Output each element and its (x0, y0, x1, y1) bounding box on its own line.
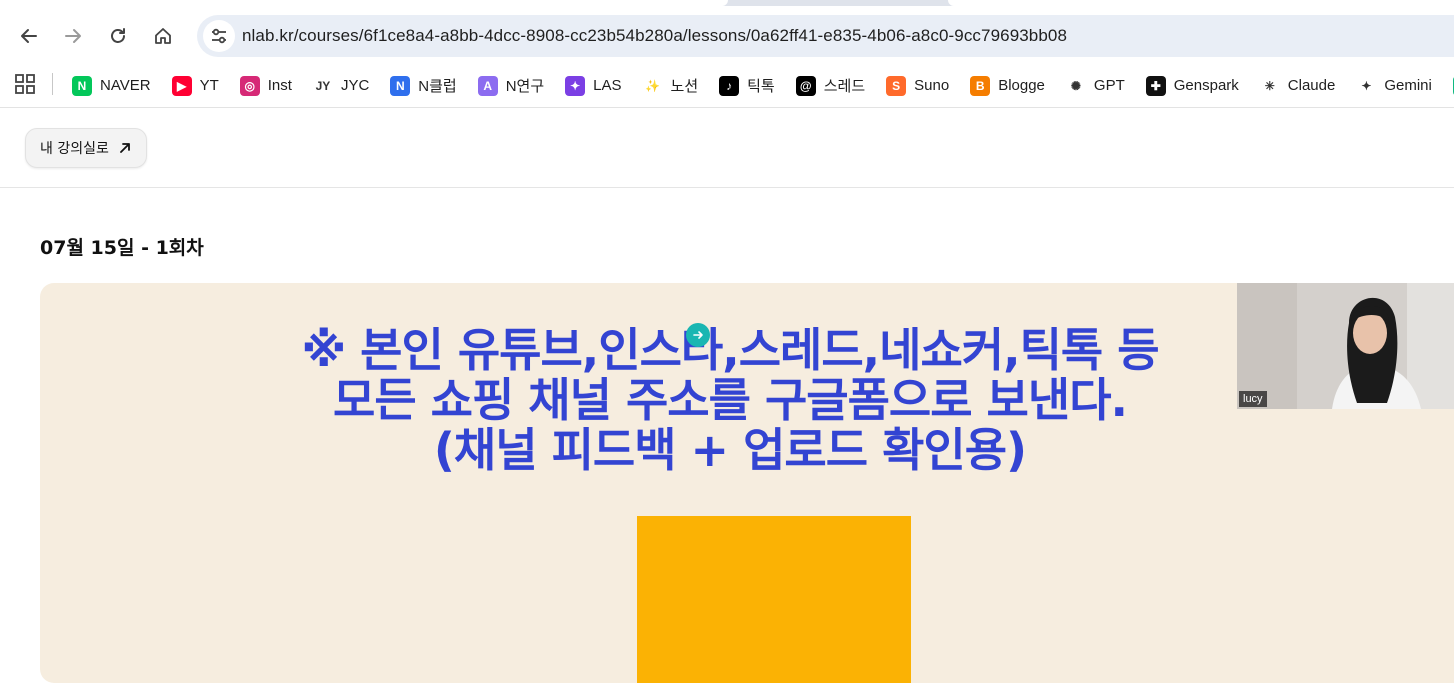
lesson-header: 내 강의실로 (0, 108, 1454, 188)
bookmark-label: Claude (1287, 77, 1336, 94)
bookmark-label: 틱톡 (747, 78, 775, 95)
genspark-icon: ✚ (1145, 75, 1166, 96)
gemini-icon: ✦ (1361, 78, 1372, 93)
bookmark-item[interactable]: ✨ 노션 (643, 71, 699, 101)
las-icon: ✦ (565, 75, 586, 96)
naver-icon: N (72, 75, 92, 96)
bookmark-label: Blogge (998, 77, 1045, 94)
slide-text: ※ 본인 유튜브,인스타,스레드,네쇼커,틱톡 등 모든 쇼핑 채널 주소를 구… (230, 325, 1230, 475)
bookmark-item[interactable]: B Blogge (970, 71, 1045, 101)
slide-line-2: 모든 쇼핑 채널 주소를 구글폼으로 보낸다. (333, 373, 1128, 427)
bookmark-item[interactable]: A N연구 (477, 71, 545, 101)
arrow-up-right-icon (119, 143, 130, 153)
webcam-thumbnail: lucy (1237, 283, 1454, 409)
bookmark-label: GPT (1093, 77, 1125, 94)
n-club-icon: N (390, 75, 411, 96)
bookmark-label: Suno (914, 77, 950, 94)
bookmark-label: YT (199, 77, 219, 94)
bookmark-item[interactable]: N NAVER (72, 71, 151, 101)
bookmark-item[interactable]: ✳ Claude (1260, 71, 1336, 101)
browser-toolbar: nlab.kr/courses/6f1ce8a4-a8bb-4dcc-8908-… (0, 6, 1454, 64)
site-info-button[interactable] (203, 20, 235, 52)
claude-icon: ✳ (1264, 78, 1275, 93)
bookmark-item[interactable]: ▶ YT (171, 71, 219, 101)
youtube-icon: ▶ (171, 75, 192, 96)
slide-line-1: ※ 본인 유튜브,인스타,스레드,네쇼커,틱톡 등 (301, 323, 1159, 377)
bookmark-label: Inst (267, 77, 292, 94)
apps-grid-icon[interactable] (14, 73, 36, 95)
bookmark-item[interactable]: ✺ GPT (1066, 71, 1125, 101)
url-text[interactable]: nlab.kr/courses/6f1ce8a4-a8bb-4dcc-8908-… (242, 15, 1067, 57)
arrow-right-icon (65, 29, 81, 43)
bookmark-list: N NAVER ▶ YT ◎ Inst JY JYC N N클럽 A N연구 ✦ LAS ✨ 노션 ♪ 틱톡 @ 스레… (72, 64, 1454, 107)
session-title: 07월 15일 - 1회차 (40, 237, 204, 259)
n-research-icon: A (477, 75, 498, 96)
bookmark-label: N클럽 (418, 78, 457, 95)
bookmark-label: LAS (593, 77, 622, 94)
bookmarks-bar: N NAVER ▶ YT ◎ Inst JY JYC N N클럽 A N연구 ✦ LAS ✨ 노션 ♪ 틱톡 @ 스레… (0, 64, 1454, 108)
bookmark-item[interactable]: JY JYC (313, 71, 370, 101)
bookmark-item[interactable]: S Suno (886, 71, 949, 101)
tiktok-icon: ♪ (719, 75, 740, 96)
bookmark-item[interactable]: ✚ Genspark (1145, 71, 1239, 101)
participant-name: lucy (1239, 391, 1267, 407)
back-button[interactable] (12, 19, 46, 53)
bookmark-item[interactable]: ◎ Inst (239, 71, 292, 101)
notion-sparkle-icon: ✨ (645, 78, 660, 93)
bookmark-item[interactable]: ✦ LAS (565, 71, 622, 101)
bookmark-label: Genspark (1173, 77, 1239, 94)
arrow-right-small-icon (693, 331, 703, 339)
threads-icon: @ (795, 75, 816, 96)
pointer-cursor-icon (686, 323, 710, 347)
slide-yellow-box (637, 516, 911, 683)
bookmark-label: 노션 (670, 78, 699, 95)
home-button[interactable] (146, 19, 180, 53)
reload-icon (111, 28, 125, 43)
bookmark-item[interactable]: ✦ Gemini (1356, 71, 1432, 101)
tune-icon (212, 28, 226, 44)
openai-icon: ✺ (1070, 78, 1081, 93)
blogger-icon: B (970, 75, 991, 96)
suno-icon: S (886, 75, 907, 96)
my-classroom-button[interactable]: 내 강의실로 (25, 128, 147, 168)
bookmark-item[interactable]: @ 스레드 (795, 71, 866, 101)
my-classroom-label: 내 강의실로 (40, 141, 109, 157)
bookmark-label: JYC (340, 77, 370, 94)
bookmark-item[interactable]: ♪ 틱톡 (719, 71, 775, 101)
bookmark-label: NAVER (100, 77, 151, 94)
participant-video (1237, 283, 1454, 409)
bookmark-label: N연구 (505, 78, 545, 95)
bookmark-label: Gemini (1384, 77, 1432, 94)
jyc-icon: JY (315, 78, 331, 93)
bookmark-item[interactable]: N N클럽 (390, 71, 457, 101)
reload-button[interactable] (101, 19, 135, 53)
bookmarks-separator (52, 73, 53, 95)
forward-button[interactable] (56, 19, 90, 53)
bookmark-label: 스레드 (823, 78, 866, 95)
home-icon (155, 28, 171, 44)
slide-line-3: (채널 피드백 + 업로드 확인용) (433, 423, 1027, 477)
instagram-icon: ◎ (239, 75, 260, 96)
address-bar[interactable]: nlab.kr/courses/6f1ce8a4-a8bb-4dcc-8908-… (197, 15, 1454, 57)
arrow-left-icon (21, 29, 37, 43)
